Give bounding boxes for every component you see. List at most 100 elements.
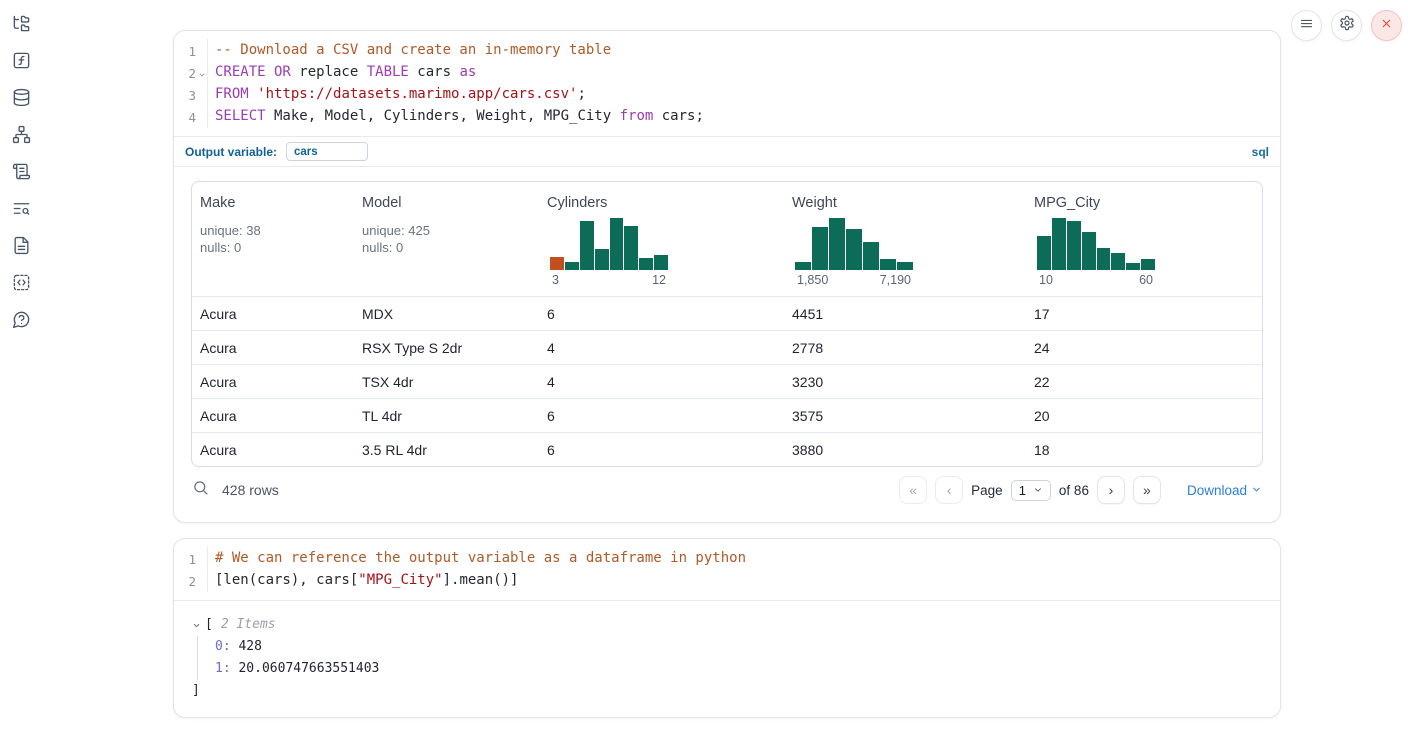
sidebar-item-documentation[interactable] [11, 238, 31, 258]
page-select[interactable]: 1 [1011, 480, 1051, 501]
row-count: 428 rows [222, 482, 279, 498]
stat-nulls: nulls: 0 [200, 239, 346, 256]
python-code-editor[interactable]: 1# We can reference the output variable … [174, 539, 1280, 600]
fold-chevron-icon[interactable] [196, 62, 207, 84]
sidebar-item-scratchpad[interactable] [11, 164, 31, 184]
hist-bar [595, 249, 609, 270]
code-text[interactable]: [len(cars), cars["MPG_City"].mean()] [207, 570, 518, 592]
first-page-button[interactable]: « [899, 476, 927, 504]
table-row[interactable]: Acura3.5 RL 4dr6388018 [192, 432, 1262, 466]
code-text[interactable]: SELECT Make, Model, Cylinders, Weight, M… [207, 106, 704, 128]
sidebar-item-variables[interactable] [11, 53, 31, 73]
hist-max-label: 60 [1139, 273, 1153, 287]
column-header-make[interactable]: Make unique: 38 nulls: 0 [192, 182, 354, 296]
column-header-mpg-city[interactable]: MPG_City 1060 [1026, 182, 1262, 296]
weight-histogram: 1,8507,190 [795, 218, 913, 287]
column-header-weight[interactable]: Weight 1,8507,190 [784, 182, 1026, 296]
fold-spacer [196, 84, 207, 106]
pagination: « ‹ Page 1 of 86 › » Download [899, 476, 1262, 504]
hist-axis: 1,8507,190 [795, 273, 913, 287]
column-title: Weight [792, 195, 1018, 211]
table-body: AcuraMDX6445117AcuraRSX Type S 2dr427782… [192, 296, 1262, 466]
line-number: 4 [174, 106, 196, 128]
hist-bar [1067, 221, 1081, 270]
table-cell: 18 [1026, 442, 1262, 458]
stat-unique: unique: 38 [200, 222, 346, 239]
column-header-model[interactable]: Model unique: 425 nulls: 0 [354, 182, 539, 296]
sidebar-item-logs[interactable] [11, 201, 31, 221]
histogram-bars [795, 218, 913, 270]
tree-close-bracket: ] [192, 680, 1262, 702]
hist-min-label: 3 [552, 273, 559, 287]
sql-cell: 1 -- Download a CSV and create an in-memo… [173, 30, 1281, 523]
prev-page-button[interactable]: ‹ [935, 476, 963, 504]
tree-entry-key: 0: [215, 639, 231, 654]
table-cell: 2778 [784, 340, 1026, 356]
hist-bar [610, 218, 624, 270]
next-page-button[interactable]: › [1097, 476, 1125, 504]
table-footer: 428 rows « ‹ Page 1 of 86 › » Downl [191, 468, 1263, 512]
data-table: Make unique: 38 nulls: 0 Model unique: 4… [191, 181, 1263, 467]
sidebar-item-snippets[interactable] [11, 275, 31, 295]
mpg-city-histogram: 1060 [1037, 218, 1155, 287]
hist-bar [1037, 236, 1051, 270]
column-header-cylinders[interactable]: Cylinders 312 [539, 182, 784, 296]
histogram-bars [1037, 218, 1155, 270]
table-cell: 3.5 RL 4dr [354, 442, 539, 458]
fold-spacer [196, 106, 207, 128]
hist-bar [624, 226, 638, 270]
column-title: Model [362, 195, 531, 211]
last-page-button[interactable]: » [1133, 476, 1161, 504]
table-cell: 20 [1026, 408, 1262, 424]
code-text[interactable]: FROM 'https://datasets.marimo.app/cars.c… [207, 84, 586, 106]
table-cell: 6 [539, 442, 784, 458]
hist-axis: 1060 [1037, 273, 1155, 287]
scroll-text-icon [12, 162, 31, 186]
code-token: FROM [215, 86, 249, 102]
tree-entry: 0: 428 [215, 636, 1262, 658]
table-cell: 22 [1026, 374, 1262, 390]
settings-button[interactable] [1331, 10, 1362, 41]
table-cell: 17 [1026, 306, 1262, 322]
hist-max-label: 7,190 [880, 273, 911, 287]
code-text[interactable]: # We can reference the output variable a… [207, 548, 746, 570]
sidebar-item-data-sources[interactable] [11, 90, 31, 110]
code-line: 2CREATE OR replace TABLE cars as [174, 62, 1280, 84]
tree-root-row: [ 2 Items [192, 614, 1262, 636]
download-button[interactable]: Download [1187, 483, 1262, 498]
shutdown-button[interactable] [1371, 10, 1402, 41]
menu-button[interactable] [1291, 10, 1322, 41]
sidebar-item-dependency-graph[interactable] [11, 127, 31, 147]
code-text[interactable]: CREATE OR replace TABLE cars as [207, 62, 476, 84]
code-line: 2[len(cars), cars["MPG_City"].mean()] [174, 570, 1280, 592]
line-number: 3 [174, 84, 196, 106]
cylinders-histogram: 312 [550, 218, 668, 287]
table-cell: 6 [539, 408, 784, 424]
table-search-button[interactable] [192, 479, 209, 501]
notebook-cells: 1 -- Download a CSV and create an in-memo… [173, 30, 1281, 718]
page-total-label: of 86 [1059, 483, 1089, 498]
code-token: 'https://datasets.marimo.app/cars.csv' [257, 86, 577, 102]
code-token [249, 86, 257, 102]
tree-entry-value: 428 [238, 639, 261, 654]
sidebar-item-file-explorer[interactable] [11, 16, 31, 36]
table-row[interactable]: AcuraTSX 4dr4323022 [192, 364, 1262, 398]
tree-collapse-chevron-icon[interactable] [192, 621, 201, 630]
table-row[interactable]: AcuraTL 4dr6357520 [192, 398, 1262, 432]
hist-bar [639, 258, 653, 270]
code-text[interactable]: -- Download a CSV and create an in-memor… [207, 40, 611, 62]
hist-bar [795, 262, 811, 270]
code-line: 3 FROM 'https://datasets.marimo.app/cars.… [174, 84, 1280, 106]
code-token: Make, Model, Cylinders, Weight, MPG_City [266, 108, 620, 124]
table-cell: MDX [354, 306, 539, 322]
chevron-down-icon [1033, 483, 1043, 498]
table-row[interactable]: AcuraMDX6445117 [192, 296, 1262, 330]
sidebar-item-help[interactable] [11, 312, 31, 332]
sql-code-editor[interactable]: 1-- Download a CSV and create an in-memo… [174, 31, 1280, 136]
table-row[interactable]: AcuraRSX Type S 2dr4277824 [192, 330, 1262, 364]
table-cell: Acura [192, 306, 354, 322]
table-cell: Acura [192, 374, 354, 390]
hist-bar [1097, 248, 1111, 270]
notebook-controls [1291, 10, 1402, 41]
output-variable-input[interactable] [286, 142, 368, 161]
